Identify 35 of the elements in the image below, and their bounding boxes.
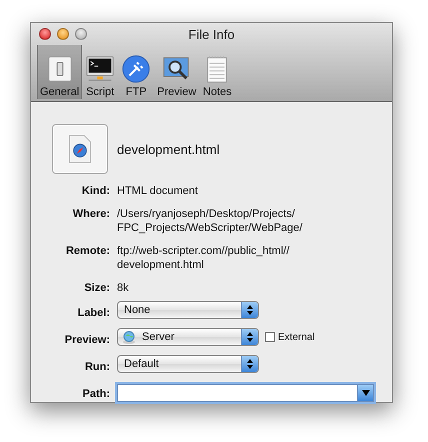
minimize-button[interactable]	[57, 28, 69, 40]
field-label: Where:	[72, 207, 110, 221]
path-combo-field[interactable]	[117, 384, 374, 402]
field-label: Kind:	[80, 184, 110, 198]
field-label: Size:	[83, 281, 110, 295]
stepper-arrows-icon	[241, 329, 258, 345]
field-label: Label:	[76, 306, 110, 321]
stepper-arrows-icon	[241, 302, 258, 318]
popup-button[interactable]: Default	[117, 355, 259, 373]
file-name: development.html	[117, 142, 220, 156]
field-value: 8k	[117, 281, 130, 295]
toolbar-tab[interactable]: Notes	[199, 45, 236, 99]
field-value: ftp://web-scripter.com//public_html//	[117, 244, 290, 258]
popup-button[interactable]: None	[117, 301, 259, 319]
zoom-button[interactable]	[75, 28, 87, 40]
document-compass-icon	[68, 134, 92, 164]
toolbar-tab[interactable]: Preview	[154, 45, 200, 99]
plug-icon	[121, 54, 152, 84]
field-label: Run:	[84, 360, 110, 375]
field-label: Preview:	[64, 333, 110, 348]
field-label: Path:	[82, 387, 110, 402]
field-label: Remote:	[64, 244, 110, 258]
toolbar-tab[interactable]: FTP	[118, 45, 154, 99]
field-value: development.html	[117, 258, 205, 272]
checkbox-label: External	[278, 332, 315, 342]
stepper-arrows-icon	[241, 356, 258, 372]
field-value: /Users/ryanjoseph/Desktop/Projects/	[117, 207, 296, 221]
field-value: HTML document	[117, 184, 199, 198]
toolbar-tab[interactable]: General	[37, 45, 82, 99]
toolbar-tab[interactable]: Script	[82, 45, 118, 99]
field-value: FPC_Projects/WebScripter/WebPage/	[117, 221, 304, 235]
close-button[interactable]	[39, 28, 51, 40]
window-title: File Info	[188, 26, 235, 42]
popup-button[interactable]: Server	[117, 328, 259, 346]
checkbox[interactable]	[265, 332, 275, 342]
